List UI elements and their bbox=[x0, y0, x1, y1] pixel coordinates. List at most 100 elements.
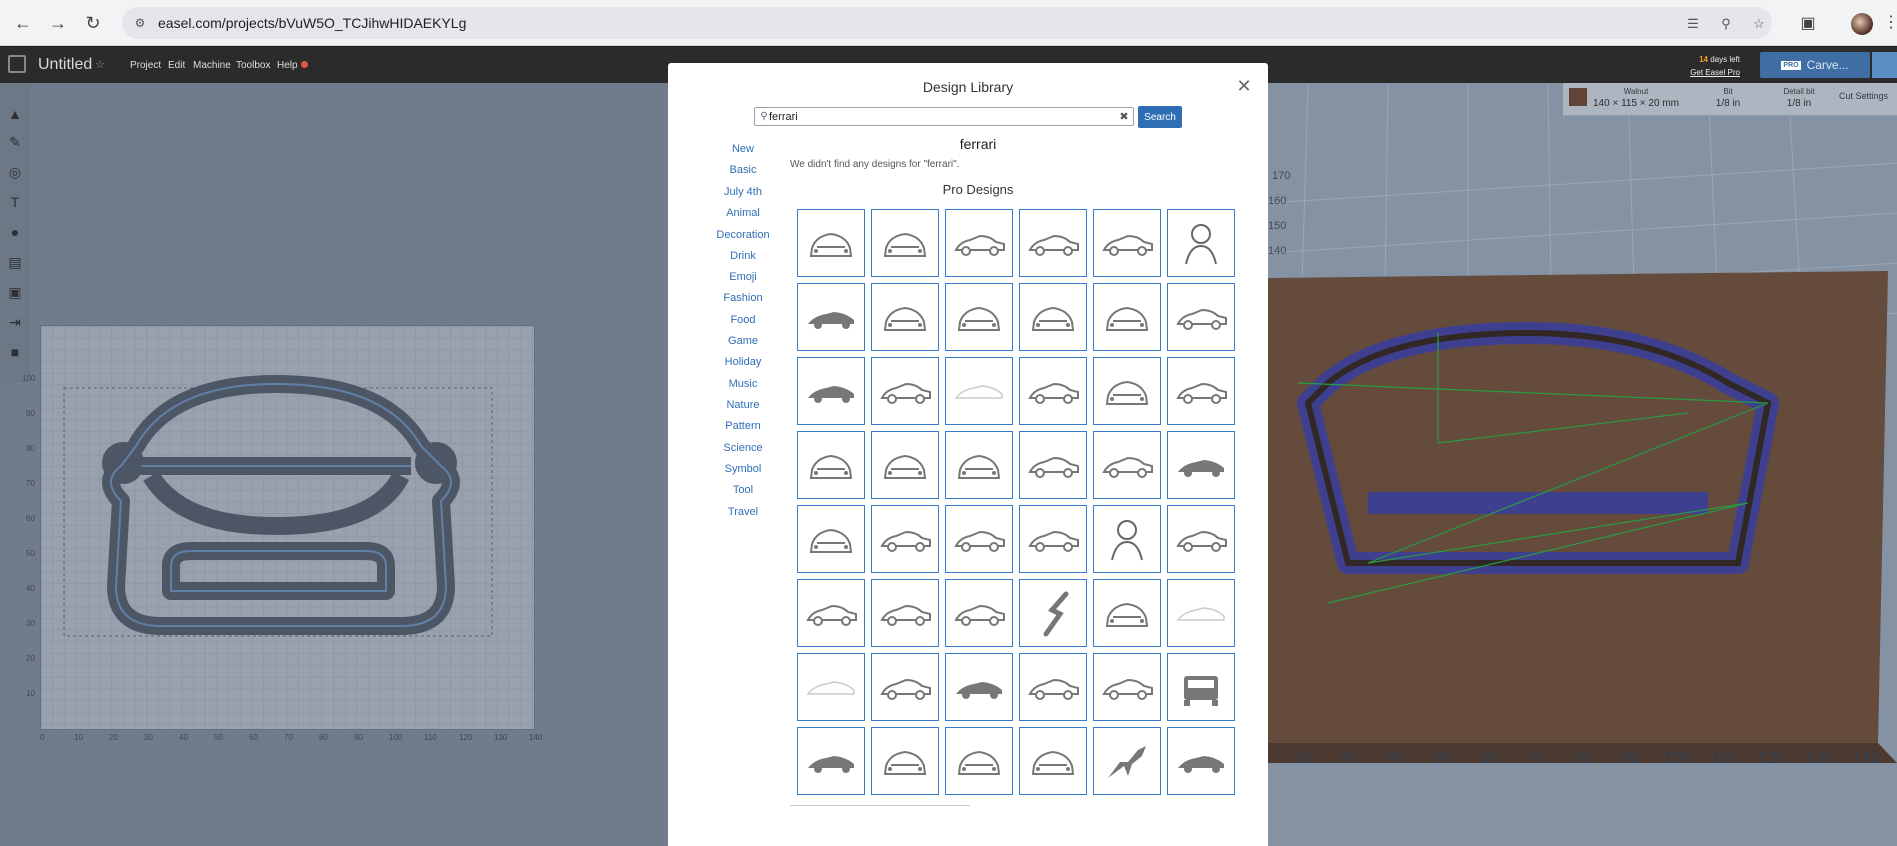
category-travel[interactable]: Travel bbox=[708, 506, 778, 518]
category-emoji[interactable]: Emoji bbox=[708, 271, 778, 283]
reload-icon[interactable]: ↻ bbox=[80, 10, 106, 36]
design-thumbnail[interactable] bbox=[871, 283, 939, 351]
category-food[interactable]: Food bbox=[708, 314, 778, 326]
zoom-icon[interactable]: ⚲ bbox=[1717, 15, 1735, 33]
design-thumbnail[interactable] bbox=[945, 431, 1013, 499]
category-july4th[interactable]: July 4th bbox=[708, 186, 778, 198]
category-basic[interactable]: Basic bbox=[708, 164, 778, 176]
design-thumbnail[interactable] bbox=[1167, 431, 1235, 499]
favorite-star-icon[interactable]: ☆ bbox=[95, 58, 105, 71]
category-pattern[interactable]: Pattern bbox=[708, 420, 778, 432]
simulate-button[interactable] bbox=[1872, 52, 1897, 78]
category-symbol[interactable]: Symbol bbox=[708, 463, 778, 475]
category-holiday[interactable]: Holiday bbox=[708, 356, 778, 368]
design-thumbnail[interactable] bbox=[871, 579, 939, 647]
design-thumbnail[interactable] bbox=[797, 357, 865, 425]
design-thumbnail[interactable] bbox=[871, 653, 939, 721]
coupe-side-icon bbox=[1028, 234, 1079, 256]
site-info-icon[interactable]: ⚙ bbox=[132, 15, 148, 31]
category-music[interactable]: Music bbox=[708, 378, 778, 390]
forward-icon[interactable]: → bbox=[45, 10, 71, 36]
back-icon[interactable]: ← bbox=[10, 10, 36, 36]
design-thumbnail[interactable] bbox=[797, 579, 865, 647]
design-thumbnail[interactable] bbox=[871, 505, 939, 573]
search-button[interactable]: Search bbox=[1138, 106, 1182, 128]
design-thumbnail[interactable] bbox=[945, 357, 1013, 425]
design-thumbnail[interactable] bbox=[1167, 727, 1235, 795]
menu-toolbox[interactable]: Toolbox bbox=[236, 60, 270, 71]
project-title[interactable]: Untitled bbox=[38, 56, 92, 74]
design-thumbnail[interactable] bbox=[797, 431, 865, 499]
design-thumbnail[interactable] bbox=[871, 209, 939, 277]
design-thumbnail[interactable] bbox=[1167, 283, 1235, 351]
menu-help[interactable]: Help bbox=[277, 60, 298, 71]
design-thumbnail[interactable] bbox=[1019, 283, 1087, 351]
design-thumbnail[interactable] bbox=[1167, 209, 1235, 277]
search-field[interactable]: ⚲ ✖ bbox=[754, 107, 1134, 126]
category-new[interactable]: New bbox=[708, 143, 778, 155]
get-pro-link[interactable]: Get Easel Pro bbox=[1690, 68, 1740, 77]
more-icon[interactable]: ⋮ bbox=[1883, 12, 1897, 32]
design-thumbnail[interactable] bbox=[1167, 579, 1235, 647]
category-drink[interactable]: Drink bbox=[708, 250, 778, 262]
clear-search-icon[interactable]: ✖ bbox=[1117, 109, 1131, 123]
carve-button[interactable]: PRO Carve... bbox=[1760, 52, 1870, 78]
design-thumbnail[interactable] bbox=[1093, 283, 1161, 351]
category-fashion[interactable]: Fashion bbox=[708, 292, 778, 304]
category-animal[interactable]: Animal bbox=[708, 207, 778, 219]
address-bar[interactable]: ⚙ easel.com/projects/bVuW5O_TCJihwHIDAEK… bbox=[122, 7, 1772, 39]
design-thumbnail[interactable] bbox=[945, 579, 1013, 647]
category-tool[interactable]: Tool bbox=[708, 484, 778, 496]
design-thumbnail[interactable] bbox=[1019, 579, 1087, 647]
notification-dot bbox=[301, 61, 308, 68]
design-thumbnail[interactable] bbox=[1093, 209, 1161, 277]
design-thumbnail[interactable] bbox=[1167, 653, 1235, 721]
design-thumbnail[interactable] bbox=[1167, 505, 1235, 573]
query-heading: ferrari bbox=[959, 136, 997, 152]
category-science[interactable]: Science bbox=[708, 442, 778, 454]
search-input[interactable] bbox=[769, 109, 1109, 124]
design-thumbnail[interactable] bbox=[945, 283, 1013, 351]
speed-car-icon bbox=[1102, 678, 1153, 700]
design-thumbnail[interactable] bbox=[797, 727, 865, 795]
design-thumbnail[interactable] bbox=[871, 357, 939, 425]
design-thumbnail[interactable] bbox=[797, 653, 865, 721]
design-thumbnail[interactable] bbox=[1093, 431, 1161, 499]
extensions-icon[interactable]: ▣ bbox=[1797, 12, 1819, 34]
design-thumbnail[interactable] bbox=[1019, 209, 1087, 277]
design-thumbnail[interactable] bbox=[1093, 653, 1161, 721]
design-thumbnail[interactable] bbox=[1019, 357, 1087, 425]
close-icon[interactable]: ✕ bbox=[1234, 76, 1254, 96]
menu-project[interactable]: Project bbox=[130, 60, 161, 71]
design-thumbnail[interactable] bbox=[945, 209, 1013, 277]
design-thumbnail[interactable] bbox=[1019, 653, 1087, 721]
design-thumbnail[interactable] bbox=[1019, 505, 1087, 573]
design-thumbnail[interactable] bbox=[1167, 357, 1235, 425]
menu-edit[interactable]: Edit bbox=[168, 60, 185, 71]
easel-logo-icon[interactable] bbox=[8, 55, 26, 73]
design-thumbnail[interactable] bbox=[797, 283, 865, 351]
profile-avatar[interactable] bbox=[1851, 13, 1873, 35]
design-thumbnail[interactable] bbox=[945, 653, 1013, 721]
design-thumbnail[interactable] bbox=[1019, 431, 1087, 499]
design-thumbnail[interactable] bbox=[871, 727, 939, 795]
menu-machine[interactable]: Machine bbox=[193, 60, 231, 71]
design-thumbnail[interactable] bbox=[871, 431, 939, 499]
design-thumbnail[interactable] bbox=[797, 209, 865, 277]
design-thumbnail[interactable] bbox=[1093, 505, 1161, 573]
url-text[interactable]: easel.com/projects/bVuW5O_TCJihwHIDAEKYL… bbox=[158, 15, 466, 31]
design-thumbnail[interactable] bbox=[797, 505, 865, 573]
no-results-message: We didn't find any designs for "ferrari"… bbox=[790, 159, 960, 170]
category-nature[interactable]: Nature bbox=[708, 399, 778, 411]
design-thumbnail[interactable] bbox=[1093, 727, 1161, 795]
design-thumbnail[interactable] bbox=[945, 727, 1013, 795]
translate-icon[interactable]: ☰ bbox=[1684, 15, 1702, 33]
design-thumbnail[interactable] bbox=[1019, 727, 1087, 795]
category-decoration[interactable]: Decoration bbox=[708, 229, 778, 241]
design-thumbnail[interactable] bbox=[945, 505, 1013, 573]
design-thumbnail[interactable] bbox=[1093, 579, 1161, 647]
design-thumbnail[interactable] bbox=[1093, 357, 1161, 425]
bookmark-star-icon[interactable]: ☆ bbox=[1750, 15, 1768, 33]
category-game[interactable]: Game bbox=[708, 335, 778, 347]
sedan-side-icon bbox=[880, 604, 931, 626]
